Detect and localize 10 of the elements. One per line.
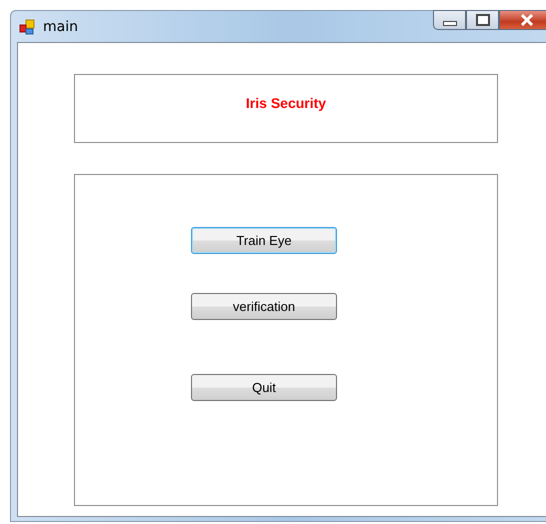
action-button[interactable]: Quit <box>191 374 337 401</box>
action-button[interactable]: verification <box>191 293 337 320</box>
close-button[interactable] <box>499 10 546 30</box>
app-title: Iris Security <box>246 95 326 113</box>
close-icon <box>520 14 534 26</box>
maximize-button[interactable] <box>466 10 499 30</box>
app-icon <box>19 18 35 34</box>
minimize-button[interactable] <box>433 10 466 30</box>
window-title: main <box>43 18 78 34</box>
action-button[interactable]: Train Eye <box>191 227 337 254</box>
